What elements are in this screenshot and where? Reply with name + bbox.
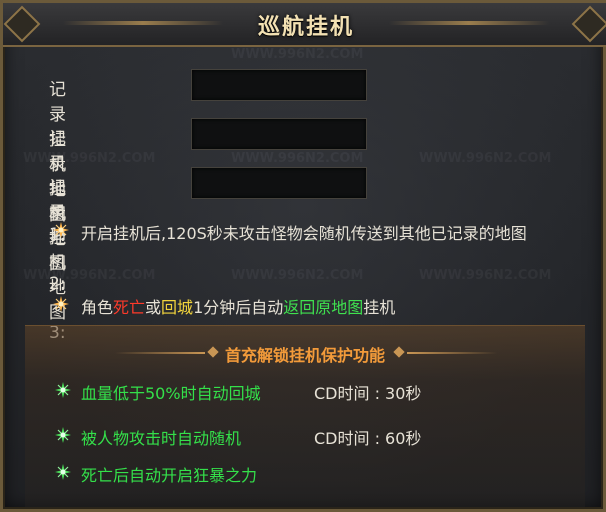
return-map-keyword: 返回原地图: [283, 298, 364, 317]
bonus-item-text: 被人物攻击时自动随机: [81, 429, 242, 448]
first-recharge-section: 首充解锁挂机保护功能 血量低于50%时自动回城 CD时间 : 30秒 被人物攻击…: [25, 325, 585, 508]
bonus-item-text: 血量低于50%时自动回城: [81, 384, 261, 403]
info-text: 角色: [81, 298, 114, 317]
watermark: WWW.996N2.COM: [231, 151, 364, 166]
green-star-icon: [55, 464, 71, 480]
panel-title: 巡航挂机: [257, 15, 354, 40]
bonus-item-cd: CD时间 : 30秒: [314, 384, 422, 403]
watermark: WWW.996N2.COM: [23, 151, 156, 166]
watermark: WWW.996N2.COM: [23, 268, 156, 283]
green-star-icon: [55, 427, 71, 443]
map-label-3: 记录挂机地图3:: [49, 178, 66, 343]
orange-star-icon: [53, 296, 69, 312]
map-2-input[interactable]: [191, 118, 367, 150]
info-return-map: 角色死亡或回城1分钟后自动返回原地图挂机: [81, 294, 395, 318]
orange-star-icon: [53, 222, 69, 238]
bonus-item-text: 死亡后自动开启狂暴之力: [81, 466, 258, 485]
watermark: WWW.996N2.COM: [231, 47, 364, 62]
info-text: 或: [145, 298, 162, 317]
info-text: 1分钟后自动: [193, 298, 284, 317]
bonus-item-cd: CD时间 : 60秒: [314, 429, 422, 448]
watermark: WWW.996N2.COM: [419, 151, 552, 166]
info-random-teleport: 开启挂机后,120S秒未攻击怪物会随机传送到其他已记录的地图: [81, 224, 527, 243]
info-text: 挂机: [363, 298, 396, 317]
map-1-input[interactable]: [191, 69, 367, 101]
return-city-keyword: 回城: [161, 298, 194, 317]
title-bar: 巡航挂机: [3, 3, 606, 47]
map-3-input[interactable]: [191, 167, 367, 199]
death-keyword: 死亡: [113, 298, 146, 317]
watermark: WWW.996N2.COM: [419, 268, 552, 283]
bonus-title: 首充解锁挂机保护功能: [224, 346, 385, 365]
cruise-afk-panel: 巡航挂机 WWW.996N2.COM WWW.996N2.COM WWW.996…: [0, 0, 606, 512]
green-star-icon: [55, 382, 71, 398]
watermark: WWW.996N2.COM: [231, 268, 364, 283]
